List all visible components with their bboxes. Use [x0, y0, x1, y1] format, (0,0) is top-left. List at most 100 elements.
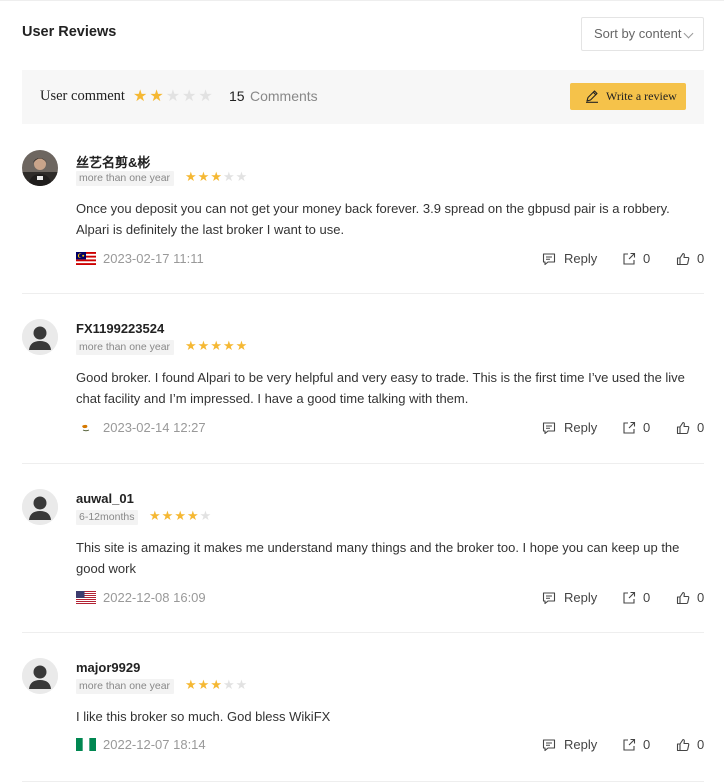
share-count: 0 — [643, 420, 651, 435]
share-icon — [623, 421, 636, 434]
thumbs-up-icon — [676, 421, 690, 435]
review-date: 2022-12-08 16:09 — [103, 590, 206, 605]
reviews-header: User Reviews Sort by content — [22, 17, 704, 51]
review-username: major9929 — [76, 660, 141, 675]
review-item: major9929 more than one year ★★★★★ I lik… — [22, 658, 704, 782]
star-filled-icon: ★ — [133, 88, 150, 105]
comment-icon — [542, 592, 556, 605]
review-date: 2023-02-17 11:11 — [103, 251, 204, 266]
share-count: 0 — [643, 590, 651, 605]
reply-label: Reply — [564, 590, 598, 605]
share-count: 0 — [643, 251, 651, 266]
rating-summary: User comment ★★★★★ 15 Comments Write a r… — [22, 70, 704, 124]
sort-label: Sort by content — [594, 26, 682, 41]
star-filled-icon: ★ — [222, 338, 236, 353]
divider — [22, 463, 704, 464]
nigeria-flag-icon — [76, 738, 96, 751]
review-username: auwal_01 — [76, 491, 134, 506]
review-meta: 2023-02-17 11:11 Reply 0 0 — [76, 251, 704, 267]
star-empty-icon: ★ — [165, 88, 183, 105]
review-date: 2023-02-14 12:27 — [103, 420, 206, 435]
review-text: I like this broker so much. God bless Wi… — [76, 709, 331, 724]
avatar — [22, 658, 58, 694]
star-filled-icon: ★ — [197, 338, 211, 353]
review-item: auwal_01 6-12months ★★★★★ This site is a… — [22, 489, 704, 633]
review-rating: ★★★★★ — [185, 170, 248, 184]
thumbs-up-icon — [676, 591, 690, 605]
page-title: User Reviews — [22, 24, 117, 40]
top-border — [0, 0, 724, 1]
like-count: 0 — [697, 420, 705, 435]
review-rating: ★★★★★ — [149, 509, 212, 523]
malaysia-flag-icon — [76, 252, 96, 265]
divider — [22, 632, 704, 633]
star-filled-icon: ★ — [210, 677, 223, 692]
comment-icon — [542, 253, 556, 266]
star-filled-icon: ★ — [210, 169, 223, 184]
review-meta: 2022-12-07 18:14 Reply 0 0 — [76, 737, 704, 753]
review-text: Good broker. I found Alpari to be very h… — [76, 370, 685, 406]
star-filled-icon: ★ — [149, 508, 162, 523]
reply-label: Reply — [564, 251, 598, 266]
review-meta: 2022-12-08 16:09 Reply 0 0 — [76, 590, 704, 606]
chevron-down-icon — [683, 28, 694, 39]
star-filled-icon: ★ — [185, 677, 198, 692]
usa-flag-icon — [76, 591, 96, 604]
cyprus-flag-icon — [76, 421, 96, 434]
avatar — [22, 489, 58, 525]
star-empty-icon: ★ — [182, 88, 199, 105]
share-icon — [623, 252, 636, 265]
reply-label: Reply — [564, 420, 598, 435]
star-filled-icon: ★ — [210, 338, 223, 353]
summary-label: User comment — [40, 88, 125, 104]
avatar — [22, 150, 58, 186]
star-empty-icon: ★ — [198, 88, 215, 105]
comment-icon — [542, 739, 556, 752]
review-username: 丝艺名剪&彬 — [76, 155, 151, 170]
star-filled-icon: ★ — [174, 508, 187, 523]
star-empty-icon: ★ — [199, 508, 213, 523]
like-count: 0 — [697, 590, 705, 605]
review-date: 2022-12-07 18:14 — [103, 737, 206, 752]
duration-badge: more than one year — [76, 171, 175, 186]
review-username: FX1199223524 — [76, 321, 165, 336]
review-rating: ★★★★★ — [185, 678, 248, 692]
comment-count-label: Comments — [250, 88, 318, 104]
duration-badge: more than one year — [76, 679, 175, 694]
review-text: Once you deposit you can not get your mo… — [76, 201, 670, 237]
star-empty-icon: ★ — [222, 169, 236, 184]
like-count: 0 — [697, 251, 705, 266]
star-filled-icon: ★ — [235, 338, 249, 353]
divider — [22, 293, 704, 294]
star-filled-icon: ★ — [197, 169, 211, 184]
duration-badge: 6-12months — [76, 510, 139, 525]
review-meta: 2023-02-14 12:27 Reply 0 0 — [76, 420, 704, 436]
share-icon — [623, 591, 636, 604]
star-filled-icon: ★ — [185, 338, 198, 353]
thumbs-up-icon — [676, 252, 690, 266]
star-filled-icon: ★ — [186, 508, 200, 523]
share-count: 0 — [643, 737, 651, 752]
comment-count: 15 — [229, 88, 245, 104]
star-empty-icon: ★ — [222, 677, 236, 692]
pen-icon — [586, 90, 598, 103]
star-filled-icon: ★ — [197, 677, 211, 692]
summary-stars: ★★★★★ — [133, 89, 215, 105]
reply-label: Reply — [564, 737, 598, 752]
share-icon — [623, 738, 636, 751]
write-review-label: Write a review — [606, 89, 677, 103]
thumbs-up-icon — [676, 738, 690, 752]
duration-badge: more than one year — [76, 340, 175, 355]
comment-icon — [542, 422, 556, 435]
like-count: 0 — [697, 737, 705, 752]
star-filled-icon: ★ — [149, 88, 166, 105]
star-filled-icon: ★ — [185, 169, 198, 184]
write-review-button[interactable]: Write a review — [570, 83, 686, 110]
sort-dropdown[interactable]: Sort by content — [581, 17, 704, 51]
star-filled-icon: ★ — [161, 508, 175, 523]
avatar — [22, 319, 58, 355]
star-empty-icon: ★ — [235, 169, 249, 184]
review-text: This site is amazing it makes me underst… — [76, 540, 680, 576]
review-rating: ★★★★★ — [185, 339, 248, 353]
review-item: 丝艺名剪&彬 more than one year ★★★★★ Once you… — [22, 150, 704, 294]
